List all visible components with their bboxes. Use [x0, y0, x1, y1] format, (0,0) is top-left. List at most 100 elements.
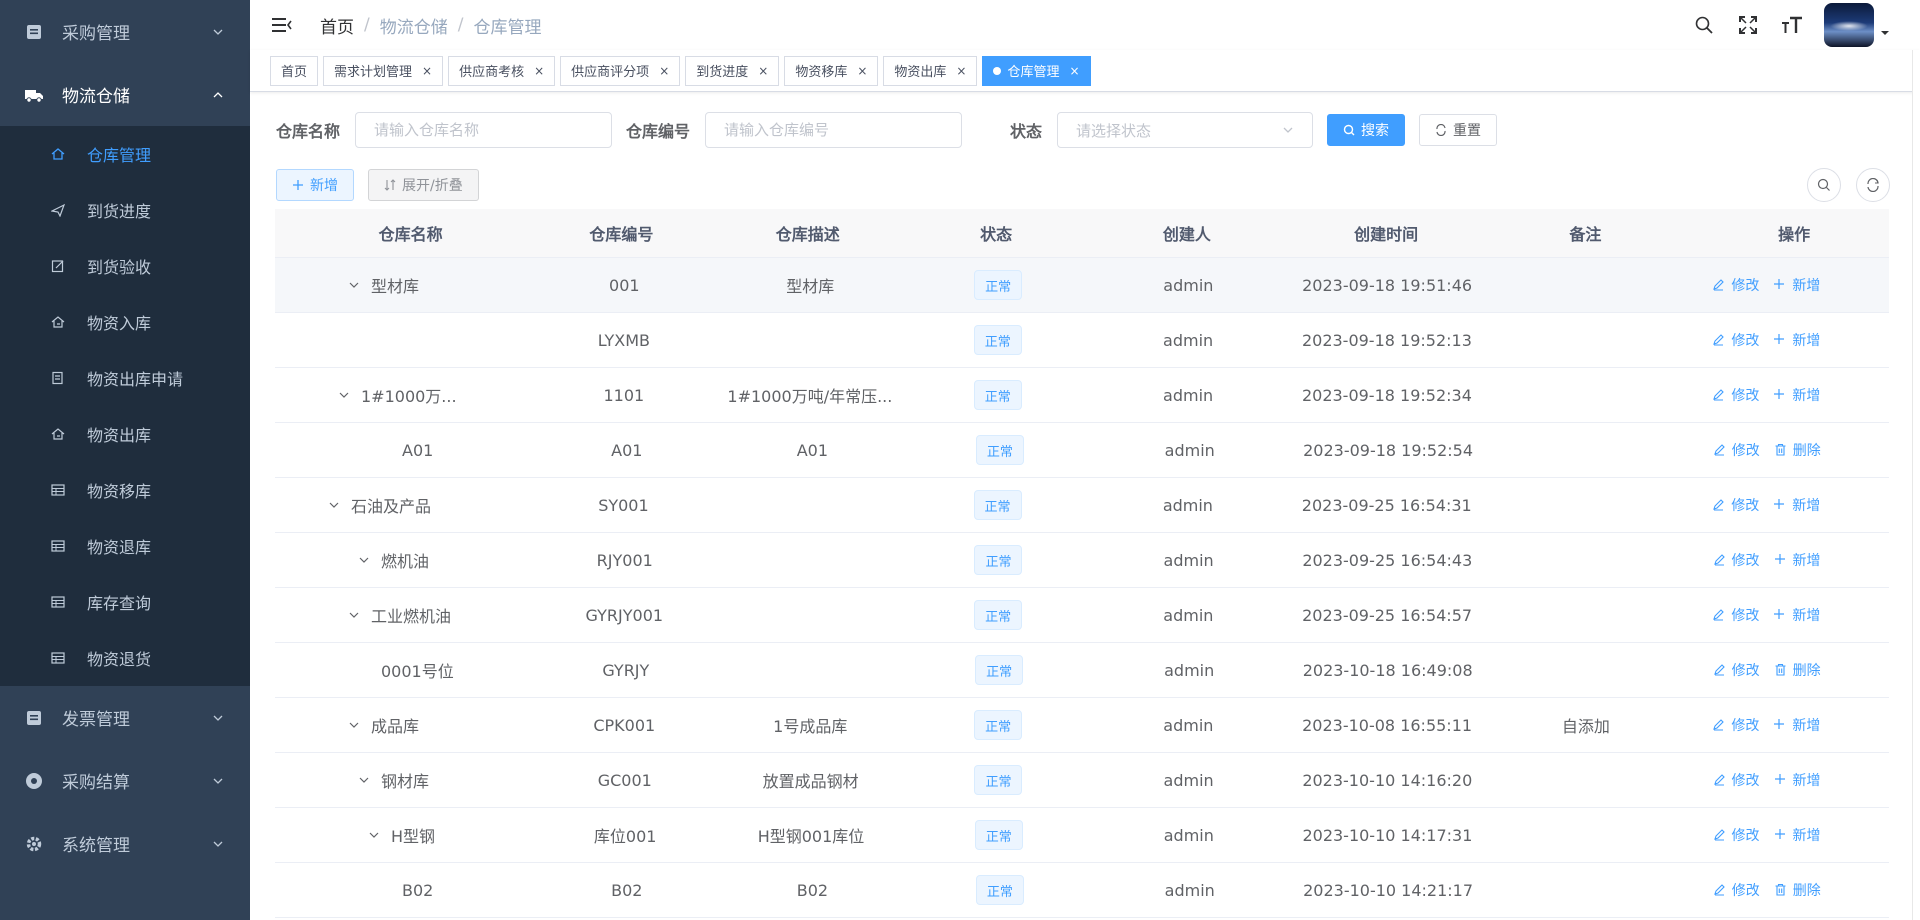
edit-button[interactable]: 修改 [1712, 330, 1759, 350]
tag-supplier-assessment[interactable]: 供应商考核 × [448, 55, 556, 86]
delete-button[interactable]: 删除 [1774, 880, 1821, 900]
table-row[interactable]: LYXMB 正常 admin 2023-09-18 19:52:13 修改 新增 [275, 313, 1889, 368]
add-child-button[interactable]: 新增 [1773, 715, 1820, 735]
sidebar-item-warehouse[interactable]: 仓库管理 [0, 126, 250, 182]
expand-arrow-icon[interactable] [357, 553, 371, 567]
sidebar-group-purchase[interactable]: 采购管理 [0, 0, 250, 63]
sidebar-item-material-transfer[interactable]: 物资移库 [0, 462, 250, 518]
caret-down-icon[interactable] [1880, 28, 1890, 38]
font-size-icon[interactable] [1780, 13, 1804, 37]
sort-icon [384, 179, 396, 191]
delete-button[interactable]: 删除 [1774, 660, 1821, 680]
tag-material-transfer[interactable]: 物资移库 × [784, 55, 879, 86]
expand-arrow-icon[interactable] [347, 608, 361, 622]
page-scrollbar[interactable] [1912, 50, 1920, 920]
table-row[interactable]: 钢材库 GC001 放置成品钢材 正常 admin 2023-10-10 14:16:20… [275, 753, 1889, 808]
sidebar-item-outbound-request[interactable]: 物资出库申请 [0, 350, 250, 406]
edit-button[interactable]: 修改 [1713, 440, 1760, 460]
expand-collapse-button[interactable]: 展开/折叠 [368, 169, 479, 201]
edit-button[interactable]: 修改 [1713, 880, 1760, 900]
close-icon[interactable]: × [857, 64, 867, 78]
edit-button[interactable]: 修改 [1712, 495, 1759, 515]
add-child-button[interactable]: 新增 [1773, 605, 1820, 625]
warehouse-name-input[interactable] [355, 112, 613, 148]
cell-creator: admin [1164, 440, 1215, 460]
cell-remark [1472, 313, 1699, 367]
edit-button[interactable]: 修改 [1713, 660, 1760, 680]
sidebar-item-label: 库存查询 [87, 594, 152, 613]
status-select[interactable]: 请选择状态 [1057, 112, 1314, 148]
table-row[interactable]: B02 B02 B02 正常 admin 2023-10-10 14:21:17 修改 删除 [275, 863, 1889, 918]
sidebar-group-system[interactable]: 系统管理 [0, 812, 250, 875]
cell-status: 正常 [923, 863, 1076, 917]
tag-demand-plan[interactable]: 需求计划管理 × [323, 55, 444, 86]
close-icon[interactable]: × [534, 64, 544, 78]
breadcrumb-home[interactable]: 首页 [320, 13, 354, 38]
close-icon[interactable]: × [422, 64, 432, 78]
edit-icon [1712, 333, 1726, 347]
sidebar-item-material-return[interactable]: 物资退库 [0, 518, 250, 574]
sidebar-item-arrival-inspection[interactable]: 到货验收 [0, 238, 250, 294]
add-child-button[interactable]: 新增 [1773, 385, 1820, 405]
add-button[interactable]: 新增 [276, 169, 354, 201]
tag-supplier-score[interactable]: 供应商评分项 × [560, 55, 681, 86]
table-row[interactable]: 型材库 001 型材库 正常 admin 2023-09-18 19:51:46 修改 新增 [275, 258, 1889, 313]
add-child-button[interactable]: 新增 [1774, 550, 1821, 570]
trash-icon [1774, 443, 1788, 457]
add-child-button[interactable]: 新增 [1773, 330, 1820, 350]
tag-home[interactable]: 首页 [270, 55, 319, 86]
edit-button[interactable]: 修改 [1712, 605, 1759, 625]
expand-arrow-icon[interactable] [337, 388, 351, 402]
sidebar-item-material-inbound[interactable]: 物资入库 [0, 294, 250, 350]
add-child-button[interactable]: 新增 [1773, 495, 1820, 515]
sidebar-item-material-refund[interactable]: 物资退货 [0, 630, 250, 686]
edit-button[interactable]: 修改 [1713, 770, 1760, 790]
warehouse-code-input[interactable] [705, 112, 963, 148]
sidebar-item-material-outbound[interactable]: 物资出库 [0, 406, 250, 462]
table-row[interactable]: 1#1000万... 1101 1#1000万吨/年常压... 正常 admin 2023… [275, 368, 1889, 423]
sidebar-item-label: 物资出库申请 [87, 370, 184, 389]
close-icon[interactable]: × [659, 64, 669, 78]
edit-button[interactable]: 修改 [1712, 715, 1759, 735]
hamburger-icon[interactable] [270, 13, 294, 37]
search-button[interactable]: 搜索 [1327, 114, 1406, 146]
tag-warehouse[interactable]: 仓库管理 × [982, 55, 1091, 86]
expand-arrow-icon[interactable] [357, 773, 371, 787]
delete-button[interactable]: 删除 [1774, 440, 1821, 460]
edit-button[interactable]: 修改 [1712, 275, 1759, 295]
expand-arrow-icon[interactable] [367, 828, 381, 842]
search-icon[interactable] [1692, 13, 1716, 37]
toggle-search-button[interactable] [1807, 168, 1841, 202]
edit-button[interactable]: 修改 [1712, 385, 1759, 405]
sidebar-group-settlement[interactable]: 采购结算 [0, 749, 250, 812]
table-row[interactable]: 工业燃机油 GYRJY001 正常 admin 2023-09-25 16:54:57 修… [275, 588, 1889, 643]
add-child-button[interactable]: 新增 [1773, 275, 1820, 295]
sidebar-item-inventory-query[interactable]: 库存查询 [0, 574, 250, 630]
expand-arrow-icon[interactable] [327, 498, 341, 512]
tag-material-outbound[interactable]: 物资出库 × [883, 55, 978, 86]
tag-arrival-progress[interactable]: 到货进度 × [685, 55, 780, 86]
expand-arrow-icon[interactable] [347, 718, 361, 732]
table-row[interactable]: 0001号位 GYRJY 正常 admin 2023-10-18 16:49:08 修改 删… [275, 643, 1889, 698]
close-icon[interactable]: × [758, 64, 768, 78]
table-row[interactable]: H型钢 库位001 H型钢001库位 正常 admin 2023-10-10 14:17:… [275, 808, 1889, 863]
sidebar-item-arrival-progress[interactable]: 到货进度 [0, 182, 250, 238]
table-row[interactable]: 燃机油 RJY001 正常 admin 2023-09-25 16:54:43 修改 新增 [275, 533, 1889, 588]
table-row[interactable]: 石油及产品 SY001 正常 admin 2023-09-25 16:54:31 修改 新增 [275, 478, 1889, 533]
sidebar-group-invoice[interactable]: 发票管理 [0, 686, 250, 749]
sidebar-group-logistics[interactable]: 物流仓储 [0, 63, 250, 126]
table-row[interactable]: 成品库 CPK001 1号成品库 正常 admin 2023-10-08 16:55:11… [275, 698, 1889, 753]
close-icon[interactable]: × [956, 64, 966, 78]
add-child-button[interactable]: 新增 [1774, 825, 1821, 845]
avatar[interactable] [1824, 3, 1874, 47]
edit-button[interactable]: 修改 [1713, 550, 1760, 570]
fullscreen-icon[interactable] [1736, 13, 1760, 37]
reset-button[interactable]: 重置 [1419, 114, 1498, 146]
edit-button[interactable]: 修改 [1713, 825, 1760, 845]
add-child-button[interactable]: 新增 [1774, 770, 1821, 790]
expand-arrow-icon[interactable] [347, 278, 361, 292]
table-row[interactable]: A01 A01 A01 正常 admin 2023-09-18 19:52:54 修改 删除 [275, 423, 1889, 478]
cell-name [275, 313, 549, 367]
close-icon[interactable]: × [1070, 64, 1080, 78]
refresh-button[interactable] [1856, 168, 1890, 202]
